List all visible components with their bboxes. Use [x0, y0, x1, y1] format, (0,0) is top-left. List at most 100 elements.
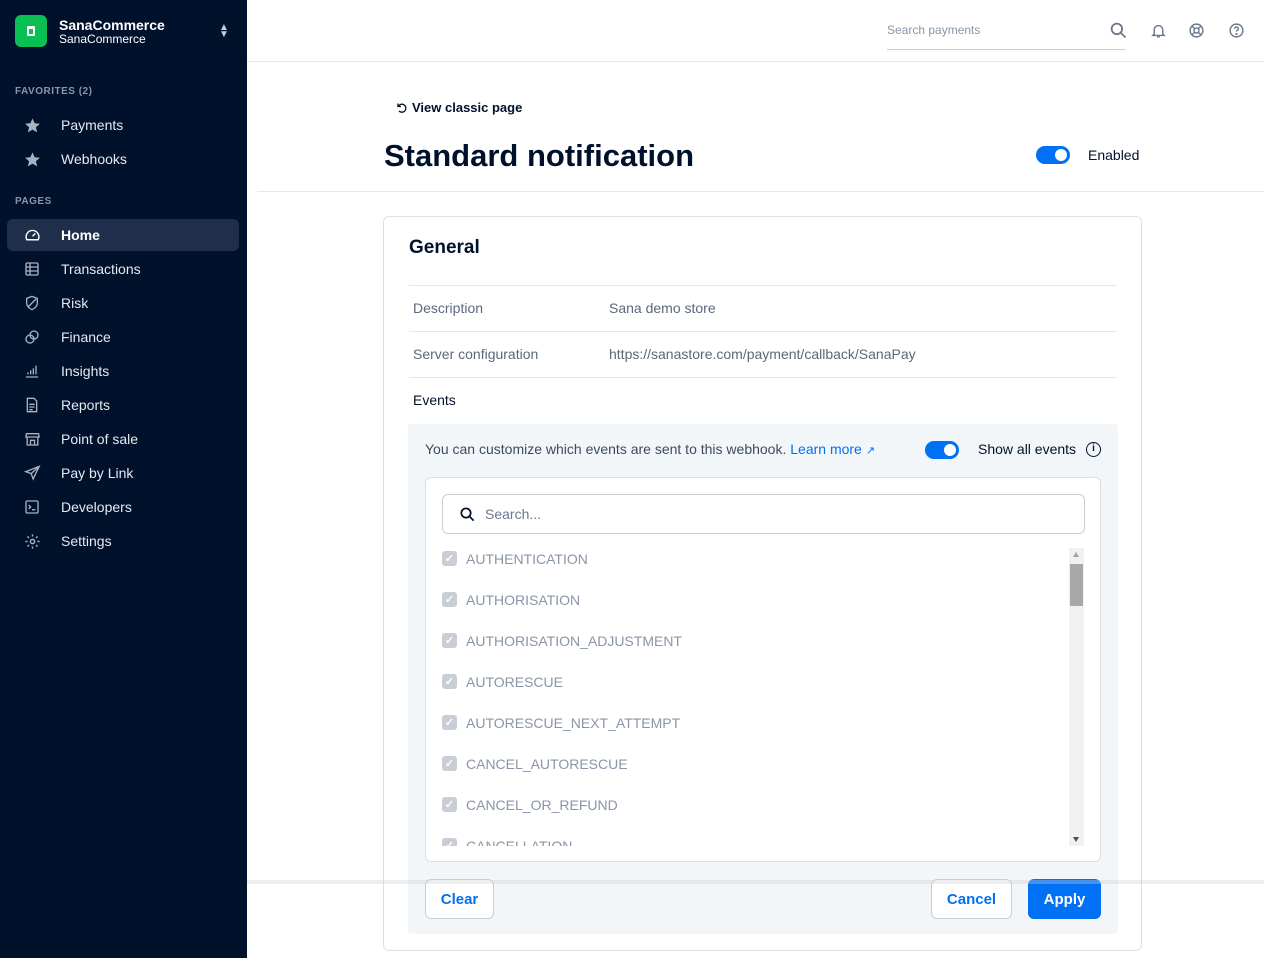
- event-item-authorisation[interactable]: ✓ AUTHORISATION: [442, 587, 1060, 628]
- clear-button[interactable]: Clear: [425, 879, 494, 919]
- server-configuration-value: https://sanastore.com/payment/callback/S…: [609, 346, 916, 362]
- star-icon: [23, 150, 41, 168]
- checkbox-checked-disabled[interactable]: ✓: [442, 633, 457, 648]
- store-icon: [23, 430, 41, 448]
- help-icon[interactable]: [1226, 20, 1246, 40]
- merchant-name: SanaCommerce: [59, 16, 165, 33]
- checkbox-checked-disabled[interactable]: ✓: [442, 756, 457, 771]
- merchant-account: SanaCommerce: [59, 31, 146, 46]
- event-label: CANCEL_AUTORESCUE: [466, 756, 628, 772]
- show-all-events-toggle[interactable]: [925, 441, 959, 459]
- sidebar-item-label: Developers: [61, 499, 132, 515]
- merchant-switcher[interactable]: SanaCommerce SanaCommerce ▲ ▼: [15, 15, 231, 47]
- sidebar-item-transactions[interactable]: Transactions: [7, 253, 239, 285]
- bar-chart-icon: [23, 362, 41, 380]
- events-search: [442, 494, 1085, 534]
- show-all-events-label: Show all events: [978, 441, 1077, 457]
- events-info: You can customize which events are sent …: [425, 441, 875, 457]
- sidebar-item-label: Finance: [61, 329, 111, 345]
- star-icon: [23, 116, 41, 134]
- sidebar-item-label: Risk: [61, 295, 89, 311]
- event-label: AUTHENTICATION: [466, 551, 588, 567]
- sidebar-item-settings[interactable]: Settings: [7, 525, 239, 557]
- info-icon[interactable]: i: [1086, 442, 1101, 457]
- external-link-icon: ↗: [865, 445, 876, 457]
- general-title: General: [409, 237, 480, 258]
- description-label: Description: [413, 300, 484, 316]
- pages-label: PAGES: [15, 196, 52, 207]
- scroll-thumb[interactable]: [1070, 564, 1083, 606]
- sidebar-item-pay-by-link[interactable]: Pay by Link: [7, 457, 239, 489]
- gear-icon: [23, 532, 41, 550]
- sidebar-item-point-of-sale[interactable]: Point of sale: [7, 423, 239, 455]
- enabled-label: Enabled: [1088, 147, 1140, 163]
- event-label: CANCELLATION: [466, 838, 573, 846]
- events-info-text: You can customize which events are sent …: [425, 441, 787, 457]
- view-classic-page-link[interactable]: View classic page: [395, 100, 522, 115]
- sidebar-item-label: Point of sale: [61, 431, 139, 447]
- learn-more-label: Learn more: [790, 441, 862, 457]
- events-scrollbar[interactable]: [1069, 548, 1084, 846]
- sidebar-item-label: Payments: [61, 117, 124, 133]
- sidebar-item-payments[interactable]: Payments: [7, 109, 239, 141]
- event-item-cancellation[interactable]: ✓ CANCELLATION: [442, 833, 1060, 846]
- events-list-box: ✓ AUTHENTICATION ✓ AUTHORISATION ✓ AUTHO…: [425, 477, 1101, 862]
- event-label: AUTORESCUE: [466, 674, 563, 690]
- checkbox-checked-disabled[interactable]: ✓: [442, 674, 457, 689]
- search-icon[interactable]: [1108, 20, 1128, 40]
- checkbox-checked-disabled[interactable]: ✓: [442, 797, 457, 812]
- payment-search: [887, 14, 1125, 50]
- undo-icon: [397, 103, 407, 113]
- cancel-button[interactable]: Cancel: [931, 879, 1012, 919]
- checkbox-checked-disabled[interactable]: ✓: [442, 592, 457, 607]
- sidebar-item-home[interactable]: Home: [7, 219, 239, 251]
- description-value: Sana demo store: [609, 300, 716, 316]
- sidebar-item-developers[interactable]: Developers: [7, 491, 239, 523]
- sidebar-item-insights[interactable]: Insights: [7, 355, 239, 387]
- row-divider: [409, 377, 1117, 378]
- event-label: AUTHORISATION: [466, 592, 581, 608]
- lifebuoy-icon[interactable]: [1186, 20, 1206, 40]
- checkbox-checked-disabled[interactable]: ✓: [442, 715, 457, 730]
- event-item-cancel-autorescue[interactable]: ✓ CANCEL_AUTORESCUE: [442, 751, 1060, 792]
- sidebar-item-reports[interactable]: Reports: [7, 389, 239, 421]
- search-icon: [460, 507, 475, 522]
- document-icon: [23, 396, 41, 414]
- events-label: Events: [413, 392, 456, 408]
- table-icon: [23, 260, 41, 278]
- event-item-authentication[interactable]: ✓ AUTHENTICATION: [442, 546, 1060, 587]
- page-title: Standard notification: [384, 138, 694, 173]
- bell-icon[interactable]: [1148, 20, 1168, 40]
- event-item-autorescue-next-attempt[interactable]: ✓ AUTORESCUE_NEXT_ATTEMPT: [442, 710, 1060, 751]
- search-payments-input[interactable]: [887, 14, 1087, 46]
- sticky-footer-shadow: [247, 880, 1264, 884]
- events-list: ✓ AUTHENTICATION ✓ AUTHORISATION ✓ AUTHO…: [442, 546, 1060, 846]
- checkbox-checked-disabled[interactable]: ✓: [442, 838, 457, 846]
- sidebar-item-risk[interactable]: Risk: [7, 287, 239, 319]
- sidebar-item-webhooks[interactable]: Webhooks: [7, 143, 239, 175]
- apply-button[interactable]: Apply: [1028, 879, 1101, 919]
- chevron-updown-icon: ▲ ▼: [219, 22, 229, 40]
- header-divider: [257, 191, 1264, 192]
- events-panel: You can customize which events are sent …: [408, 424, 1118, 934]
- view-classic-page-label: View classic page: [412, 100, 523, 115]
- general-card: General Description Sana demo store Serv…: [383, 216, 1142, 951]
- event-label: CANCEL_OR_REFUND: [466, 797, 618, 813]
- checkbox-checked-disabled[interactable]: ✓: [442, 551, 457, 566]
- enabled-toggle[interactable]: [1036, 146, 1070, 164]
- server-configuration-row: Server configuration https://sanastore.c…: [409, 331, 1117, 377]
- event-item-authorisation-adjustment[interactable]: ✓ AUTHORISATION_ADJUSTMENT: [442, 628, 1060, 669]
- top-bar: [247, 0, 1264, 62]
- sidebar-item-label: Transactions: [61, 261, 141, 277]
- sidebar-item-label: Reports: [61, 397, 111, 413]
- scroll-up-arrow-icon[interactable]: [1073, 552, 1079, 557]
- event-item-cancel-or-refund[interactable]: ✓ CANCEL_OR_REFUND: [442, 792, 1060, 833]
- sidebar-item-finance[interactable]: Finance: [7, 321, 239, 353]
- sidebar-item-label: Home: [61, 227, 100, 243]
- learn-more-link[interactable]: Learn more ↗: [790, 441, 875, 457]
- event-item-autorescue[interactable]: ✓ AUTORESCUE: [442, 669, 1060, 710]
- events-search-input[interactable]: [485, 506, 1065, 522]
- sidebar-item-label: Insights: [61, 363, 110, 379]
- scroll-down-arrow-icon[interactable]: [1073, 837, 1079, 842]
- terminal-icon: [23, 498, 41, 516]
